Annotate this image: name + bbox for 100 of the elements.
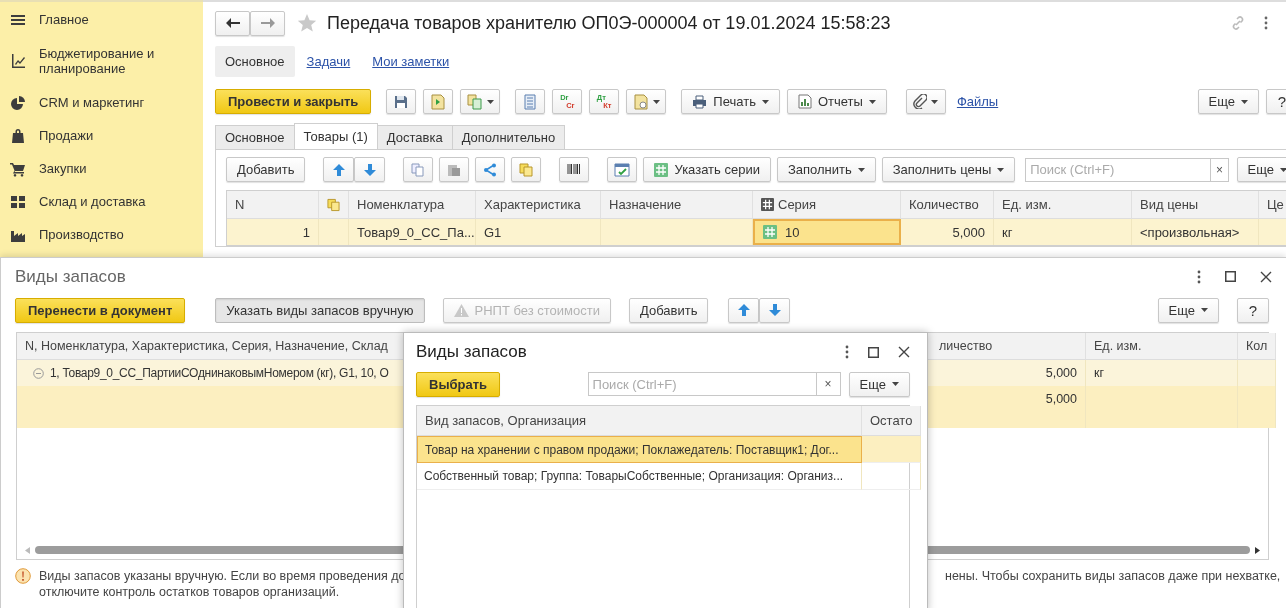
tab[interactable]: Доставка [376,125,453,149]
barcode-icon [567,162,582,177]
link-icon[interactable] [1230,15,1246,31]
document-icon [430,93,447,110]
share-icon [483,162,498,177]
move-up-button[interactable] [323,157,355,182]
share-button[interactable] [475,157,506,182]
window-title: Передача товаров хранителю ОП0Э-000004 от 19.01.2024 15:58:23 [327,12,891,34]
more-button[interactable]: Еще [1157,297,1219,323]
hash-icon [763,225,777,239]
warning-icon [15,568,31,584]
arrow-up-icon [737,304,750,316]
search-field[interactable]: Поиск (Ctrl+F) [1025,157,1212,182]
barcode-button[interactable] [559,157,590,182]
paste-button[interactable] [439,157,470,182]
caret-icon [761,99,769,104]
close-icon[interactable] [898,346,910,358]
tab[interactable]: Основное [215,125,295,149]
sidebar-item[interactable]: Производство [0,218,203,251]
help-button[interactable]: ? [1237,297,1269,323]
form-tab[interactable]: Основное [215,45,295,77]
form-tab[interactable]: Мои заметки [362,45,460,77]
fill-button[interactable]: Заполнить [776,157,876,182]
move-down-button[interactable] [354,157,386,182]
sidebar-item[interactable]: Продажи [0,119,203,152]
post-button[interactable] [423,89,454,114]
transfer-button[interactable]: Перенести в документ [15,297,186,323]
reports-button[interactable]: Отчеты [786,89,887,114]
more-button[interactable]: Еще [1197,89,1259,114]
pick-button[interactable] [511,157,542,182]
table-cell[interactable]: Собственный товар; Группа: ТоварыСобственные; Организация: Организ... [417,463,862,490]
form-tab[interactable]: Задачи [296,45,361,77]
collapse-icon[interactable] [33,367,44,379]
more-options-icon[interactable] [1264,16,1268,30]
printer-icon [692,94,708,109]
more-button[interactable]: Еще [848,371,910,397]
clear-button[interactable]: × [1211,157,1229,182]
print-button[interactable]: Печать [681,89,780,114]
post-and-close-button[interactable]: Провести и закрыть [215,89,372,114]
add-button[interactable]: Добавить [226,157,306,182]
warning-icon [453,303,469,317]
move-up-button[interactable] [728,297,760,323]
table-cell[interactable]: 10 [753,219,901,245]
table-cell[interactable]: Товар на хранении с правом продажи; Поклажедатель: Поставщик1; Дог... [417,436,862,463]
table-cell: кг [1086,360,1238,386]
related-documents-button[interactable] [626,89,667,114]
fill-prices-button[interactable]: Заполнить цены [881,157,1016,182]
maximize-icon[interactable] [868,346,879,358]
pie-chart-icon [10,94,26,111]
select-button[interactable]: Выбрать [416,371,501,397]
caret-icon [931,99,939,104]
search-field[interactable]: Поиск (Ctrl+F) [587,372,817,396]
sidebar-item[interactable]: Главное [0,3,203,36]
set-series-button[interactable]: Указать серии [643,157,771,182]
table-cell: <произвольная> [1132,219,1259,245]
sidebar-item[interactable]: Бюджетирование и планирование [0,36,203,86]
files-link[interactable]: Файлы [956,94,999,109]
scroll-left-icon[interactable] [25,546,30,554]
column-header: Кол [1238,333,1277,360]
star-icon[interactable] [297,13,317,33]
sidebar-item[interactable]: CRM и маркетинг [0,86,203,119]
table-cell: 1 [227,219,319,245]
table-cell: 5,000 [901,219,994,245]
column-header: N [227,191,319,219]
tab[interactable]: Дополнительно [451,125,566,149]
column-header: Це [1259,191,1286,219]
column-header: Ед. изм. [994,191,1132,219]
column-header: Ед. изм. [1086,333,1238,360]
table-cell: G1 [476,219,601,245]
scroll-right-icon[interactable] [1255,546,1260,554]
attachments-button[interactable] [905,89,946,114]
move-down-button[interactable] [759,297,791,323]
save-button[interactable] [386,89,417,114]
check-button[interactable] [607,157,638,182]
sidebar-item[interactable]: Склад и доставка [0,185,203,218]
create-based-on-button[interactable] [460,89,501,114]
maximize-icon[interactable] [1225,271,1236,282]
column-title: Серия [778,197,817,212]
manual-button[interactable]: Указать виды запасов вручную [215,297,425,323]
clipboard-icon [447,162,462,177]
document-icon [327,197,340,212]
caret-icon [1201,308,1208,312]
chart-icon [10,52,26,69]
more-options-icon[interactable] [845,345,849,359]
add-button[interactable]: Добавить [629,297,709,323]
column-header: Вид цены [1132,191,1259,219]
table-cell [319,219,349,245]
help-button[interactable]: ? [1266,89,1286,114]
close-icon[interactable] [1260,270,1272,283]
more-button[interactable]: Еще [1236,157,1286,182]
caret-icon [1280,167,1286,172]
journal-button[interactable] [515,89,546,114]
clear-button[interactable]: × [816,372,841,396]
sidebar-item[interactable]: Закупки [0,152,203,185]
bag-icon [10,127,26,144]
back-button[interactable] [215,10,250,36]
table-cell [862,463,922,490]
caret-icon [997,167,1005,172]
more-options-icon[interactable] [1197,269,1201,284]
grid-icon [10,193,26,210]
